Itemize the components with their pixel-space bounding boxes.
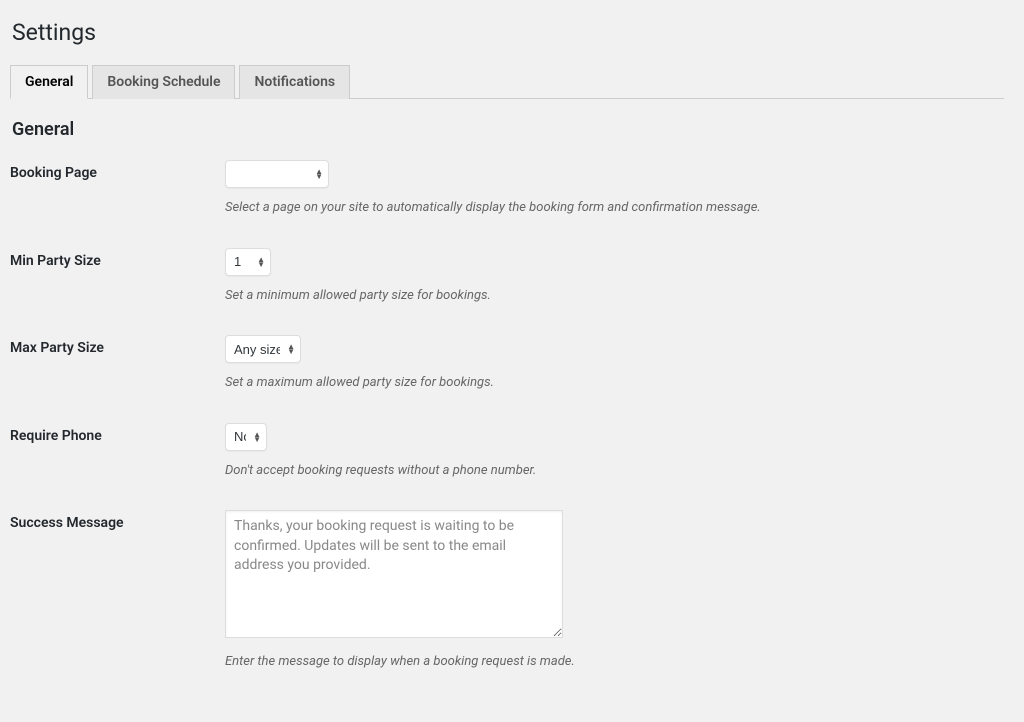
success-message-label: Success Message [10, 510, 225, 531]
section-title: General [12, 119, 1004, 140]
require-phone-select[interactable]: No [226, 424, 266, 450]
field-require-phone: Require Phone No ▲▼ Don't accept booking… [10, 423, 1004, 481]
max-party-description: Set a maximum allowed party size for boo… [225, 373, 1004, 393]
min-party-description: Set a minimum allowed party size for boo… [225, 286, 1004, 306]
max-party-label: Max Party Size [10, 335, 225, 356]
min-party-select-wrap: 1 ▲▼ [225, 248, 271, 276]
min-party-label: Min Party Size [10, 248, 225, 269]
require-phone-label: Require Phone [10, 423, 225, 444]
field-booking-page: Booking Page ▲▼ Select a page on your si… [10, 160, 1004, 218]
field-success-message: Success Message Thanks, your booking req… [10, 510, 1004, 672]
max-party-select[interactable]: Any size [226, 336, 300, 362]
booking-page-select[interactable] [226, 161, 328, 187]
max-party-select-wrap: Any size ▲▼ [225, 335, 301, 363]
field-min-party: Min Party Size 1 ▲▼ Set a minimum allowe… [10, 248, 1004, 306]
min-party-select[interactable]: 1 [226, 249, 270, 275]
booking-page-label: Booking Page [10, 160, 225, 181]
tabs-nav: General Booking Schedule Notifications [10, 65, 1004, 99]
success-message-textarea[interactable]: Thanks, your booking request is waiting … [225, 510, 563, 638]
tab-notifications[interactable]: Notifications [239, 65, 350, 99]
page-title: Settings [12, 10, 1004, 50]
field-max-party: Max Party Size Any size ▲▼ Set a maximum… [10, 335, 1004, 393]
tab-general[interactable]: General [10, 65, 88, 99]
booking-page-select-wrap: ▲▼ [225, 160, 329, 188]
success-message-description: Enter the message to display when a book… [225, 652, 1004, 672]
require-phone-select-wrap: No ▲▼ [225, 423, 267, 451]
require-phone-description: Don't accept booking requests without a … [225, 461, 1004, 481]
booking-page-description: Select a page on your site to automatica… [225, 198, 1004, 218]
tab-booking-schedule[interactable]: Booking Schedule [92, 65, 235, 99]
